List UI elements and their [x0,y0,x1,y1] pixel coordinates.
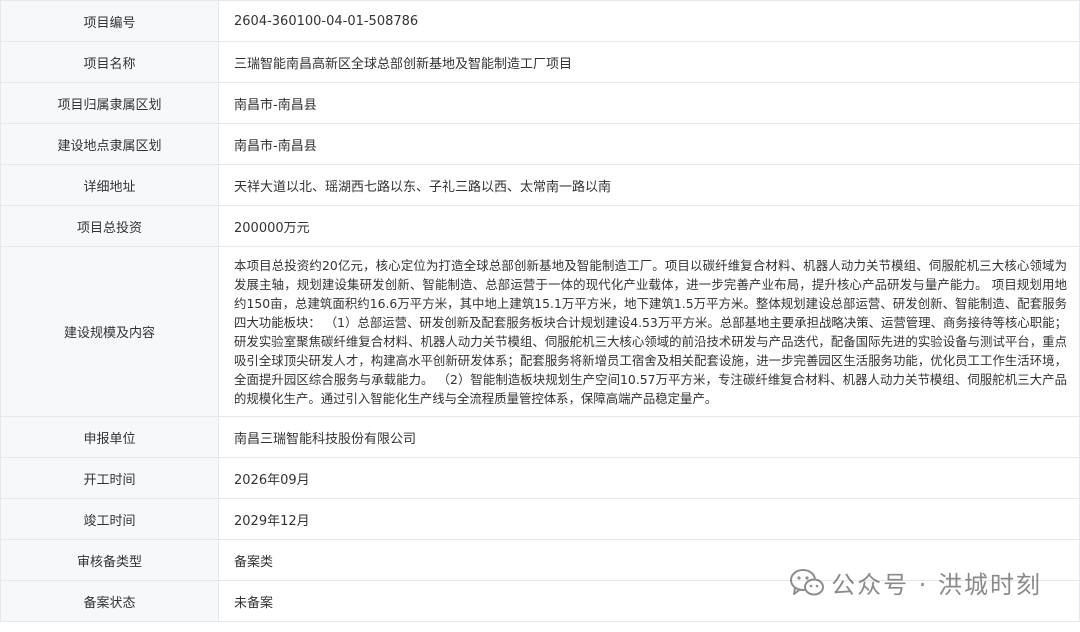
row-label: 详细地址 [0,164,219,206]
construction-region-value: 南昌市-南昌县 [218,123,1080,165]
row-detailed-address: 详细地址 天祥大道以北、瑶湖西七路以东、子礼三路以西、太常南一路以南 [0,164,1080,206]
row-label: 竣工时间 [0,498,219,540]
row-filing-status: 备案状态 未备案 [0,580,1080,622]
project-region-value: 南昌市-南昌县 [218,82,1080,124]
start-date-value: 2026年09月 [218,457,1080,499]
filing-status-value: 未备案 [218,580,1080,622]
project-name-value: 三瑞智能南昌高新区全球总部创新基地及智能制造工厂项目 [218,41,1080,83]
total-investment-value: 200000万元 [218,205,1080,247]
row-applicant: 申报单位 南昌三瑞智能科技股份有限公司 [0,416,1080,458]
row-project-region: 项目归属隶属区划 南昌市-南昌县 [0,82,1080,124]
row-construction-scope: 建设规模及内容 本项目总投资约20亿元，核心定位为打造全球总部创新基地及智能制造… [0,246,1080,417]
project-number-value: 2604-360100-04-01-508786 [218,0,1080,42]
row-project-number: 项目编号 2604-360100-04-01-508786 [0,0,1080,42]
row-start-date: 开工时间 2026年09月 [0,457,1080,499]
row-completion-date: 竣工时间 2029年12月 [0,498,1080,540]
row-label: 建设地点隶属区划 [0,123,219,165]
row-total-investment: 项目总投资 200000万元 [0,205,1080,247]
applicant-value: 南昌三瑞智能科技股份有限公司 [218,416,1080,458]
row-label: 开工时间 [0,457,219,499]
row-construction-region: 建设地点隶属区划 南昌市-南昌县 [0,123,1080,165]
row-label: 项目名称 [0,41,219,83]
detailed-address-value: 天祥大道以北、瑶湖西七路以东、子礼三路以西、太常南一路以南 [218,164,1080,206]
row-label: 备案状态 [0,580,219,622]
completion-date-value: 2029年12月 [218,498,1080,540]
row-label: 项目归属隶属区划 [0,82,219,124]
row-label: 项目编号 [0,0,219,42]
row-label: 申报单位 [0,416,219,458]
review-type-value: 备案类 [218,539,1080,581]
row-label: 审核备类型 [0,539,219,581]
row-project-name: 项目名称 三瑞智能南昌高新区全球总部创新基地及智能制造工厂项目 [0,41,1080,83]
row-label: 项目总投资 [0,205,219,247]
project-info-table: 项目编号 2604-360100-04-01-508786 项目名称 三瑞智能南… [0,0,1080,622]
row-review-type: 审核备类型 备案类 [0,539,1080,581]
construction-scope-value: 本项目总投资约20亿元，核心定位为打造全球总部创新基地及智能制造工厂。项目以碳纤… [218,246,1080,417]
row-label: 建设规模及内容 [0,246,219,417]
